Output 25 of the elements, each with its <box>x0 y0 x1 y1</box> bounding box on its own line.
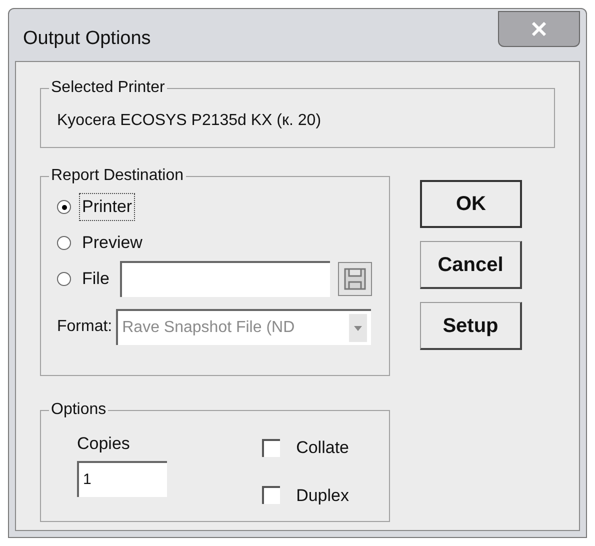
window-title: Output Options <box>23 26 151 51</box>
checkbox-label[interactable]: Collate <box>296 435 349 460</box>
checkbox-label[interactable]: Duplex <box>296 482 349 508</box>
checkbox[interactable] <box>262 438 280 457</box>
save-button[interactable] <box>338 262 372 296</box>
radio-button[interactable] <box>57 200 71 214</box>
dialog-button[interactable]: Cancel <box>420 241 522 289</box>
file-path-field[interactable] <box>120 261 330 297</box>
copies-field[interactable]: 1 <box>77 460 167 496</box>
radio-label[interactable]: Printer <box>79 193 136 221</box>
radio-button[interactable] <box>57 272 71 286</box>
format-label: Format: <box>57 317 112 337</box>
dialog-button[interactable]: Setup <box>420 302 522 350</box>
radio-label[interactable]: Preview <box>79 229 146 257</box>
copies-label: Copies <box>77 433 131 455</box>
close-icon <box>531 22 547 36</box>
dialog-button[interactable]: OK <box>420 180 522 228</box>
group-label: Options <box>49 400 108 420</box>
checkbox[interactable] <box>262 486 280 504</box>
format-value: Rave Snapshot File (ND <box>122 318 296 338</box>
group-label: Report Destination <box>49 166 186 186</box>
radio-button[interactable] <box>57 236 71 250</box>
close-button[interactable] <box>498 11 580 47</box>
printer-name: Kyocera ECOSYS P2135d KX (к. 20) <box>57 112 322 129</box>
radio-label[interactable]: File <box>79 265 112 293</box>
